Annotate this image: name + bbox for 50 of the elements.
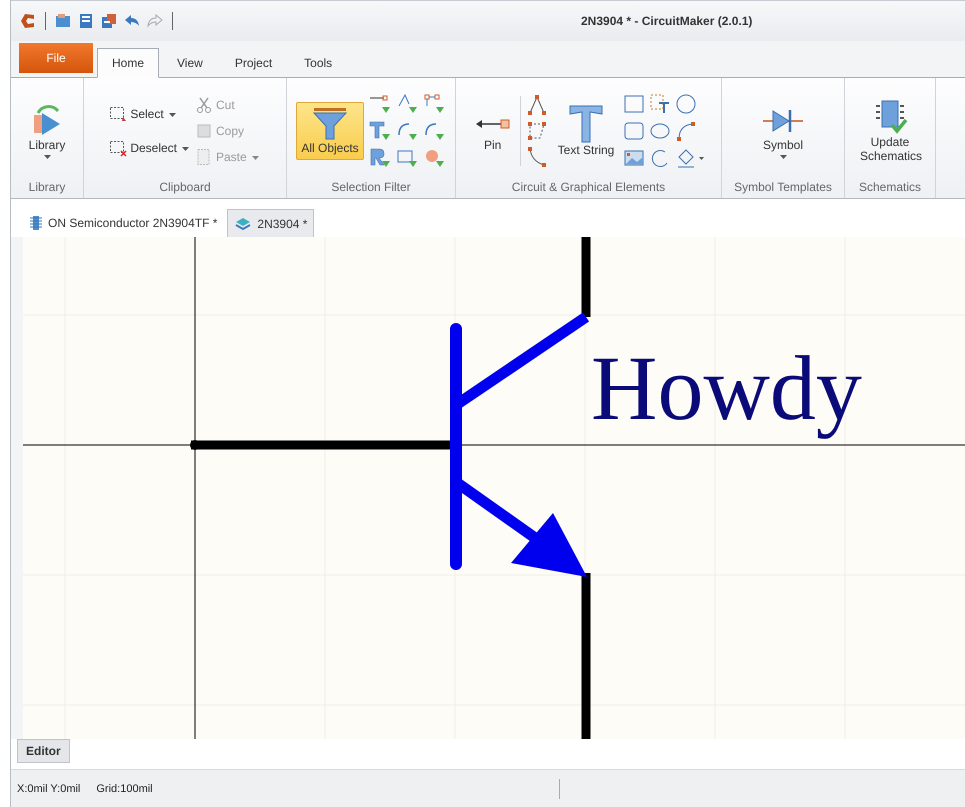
group-label: Circuit & Graphical Elements	[510, 180, 666, 196]
group-label: Schematics	[858, 180, 922, 196]
origin-marker-icon	[190, 440, 200, 450]
group-label: Selection Filter	[330, 180, 412, 196]
window-title: 2N3904 * - CircuitMaker (2.0.1)	[581, 14, 752, 28]
copy-icon	[195, 122, 213, 140]
scissors-icon	[195, 96, 213, 114]
caret-icon	[252, 156, 259, 160]
pin-button[interactable]: Pin	[470, 105, 516, 157]
text-string-button[interactable]: Text String	[552, 100, 620, 162]
editor-tab[interactable]: Editor	[17, 739, 70, 763]
all-objects-button[interactable]: All Objects	[296, 102, 364, 160]
save-icon[interactable]	[77, 12, 95, 30]
select-button[interactable]: Select	[109, 102, 191, 126]
app-logo-icon[interactable]	[19, 12, 37, 30]
rectangle-icon[interactable]	[623, 93, 646, 115]
deselect-button[interactable]: Deselect	[109, 136, 191, 160]
canvas-text[interactable]: Howdy	[591, 337, 862, 439]
select-icon	[109, 105, 128, 123]
cursor-coordinates: X:0mil Y:0mil	[17, 782, 80, 794]
caret-icon	[168, 113, 176, 117]
group-label: Clipboard	[158, 180, 212, 196]
chip-icon	[29, 215, 43, 231]
document-tab[interactable]: 2N3904 *	[227, 209, 314, 237]
caret-icon	[182, 147, 189, 151]
ribbon-tab[interactable]: Home	[97, 48, 160, 78]
library-button[interactable]: Library	[24, 99, 70, 163]
open-folder-icon[interactable]	[54, 12, 72, 30]
ribbon-tab[interactable]: Project	[220, 48, 286, 78]
group-label: Symbol Templates	[733, 180, 833, 196]
pin-icon	[474, 118, 511, 130]
document-tab[interactable]: ON Semiconductor 2N3904TF *	[23, 209, 224, 237]
diamond-icon[interactable]	[675, 147, 706, 169]
text-frame-icon[interactable]	[649, 93, 672, 115]
grid-size: Grid:100mil	[96, 782, 153, 794]
layers-icon	[234, 216, 252, 232]
update-schematics-button[interactable]: Update Schematics	[855, 94, 925, 168]
ribbon-tab[interactable]: Tools	[290, 48, 346, 78]
rounded-rectangle-icon[interactable]	[623, 120, 646, 142]
group-label: Library	[28, 180, 66, 196]
schematic-canvas[interactable]	[23, 237, 965, 739]
caret-icon	[44, 154, 50, 159]
transistor-symbol-drawing[interactable]	[191, 237, 590, 739]
save-all-icon[interactable]	[100, 12, 118, 30]
arc-icon[interactable]	[675, 120, 698, 142]
circle-icon[interactable]	[675, 93, 698, 115]
ribbon-tab[interactable]: View	[163, 48, 217, 78]
symbol-button[interactable]: Symbol	[756, 99, 810, 163]
deselect-icon	[109, 139, 128, 157]
caret-icon	[780, 154, 786, 159]
